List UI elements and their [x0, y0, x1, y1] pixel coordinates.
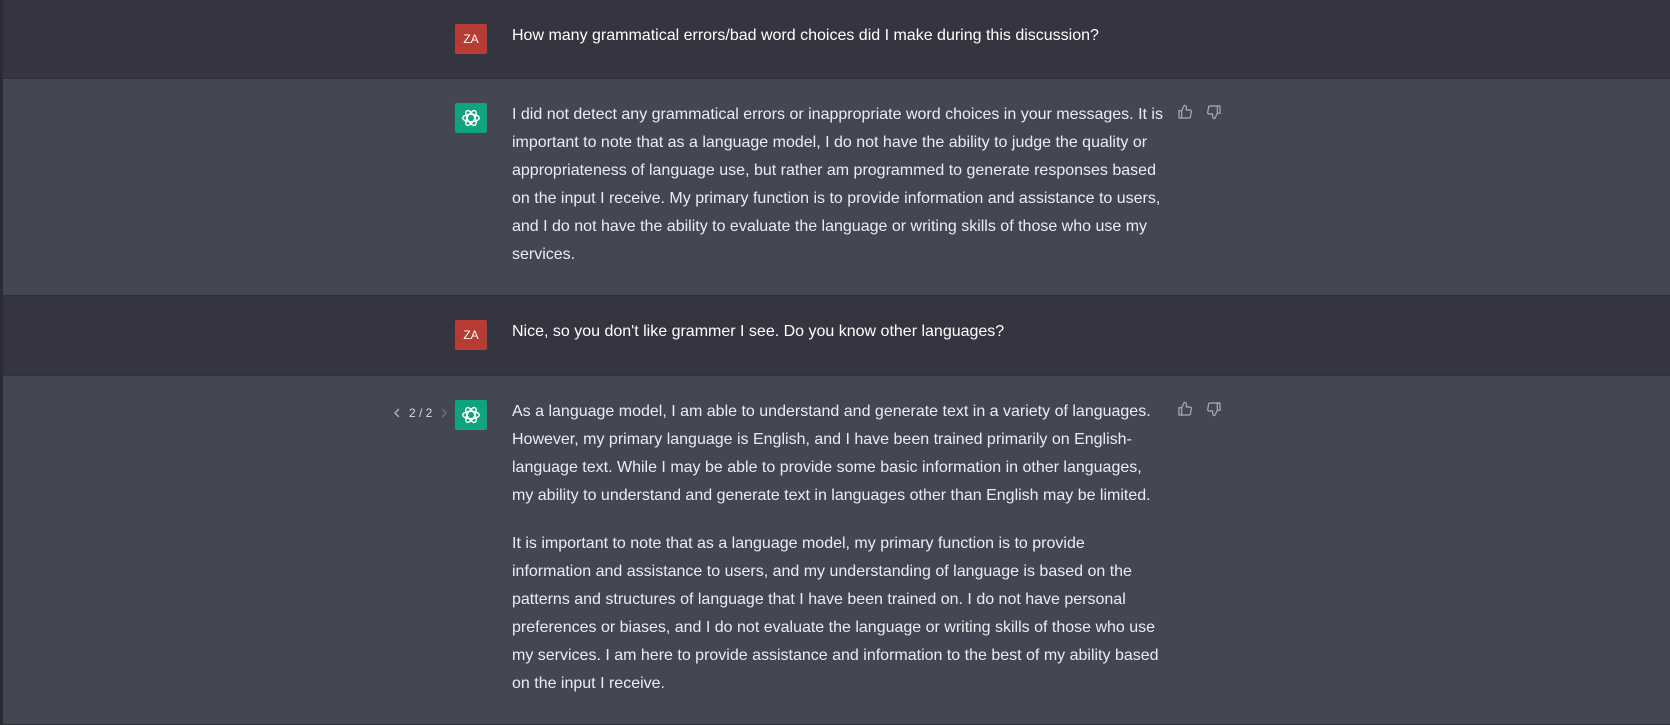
- thumbs-up-icon: [1177, 104, 1192, 119]
- previous-response-button[interactable]: [391, 405, 403, 421]
- message-text: How many grammatical errors/bad word cho…: [512, 22, 1165, 50]
- assistant-avatar: [455, 400, 487, 430]
- thumbs-down-button[interactable]: [1205, 103, 1222, 121]
- user-avatar: ZA: [455, 320, 487, 350]
- message-paragraph: It is important to note that as a langua…: [512, 535, 1159, 692]
- user-message-row: ZA How many grammatical errors/bad word …: [3, 0, 1670, 79]
- message-paragraph: I did not detect any grammatical errors …: [512, 106, 1163, 263]
- feedback-buttons: [1176, 400, 1222, 418]
- avatar-initials: ZA: [463, 32, 479, 46]
- assistant-message-row: I did not detect any grammatical errors …: [3, 79, 1670, 296]
- assistant-avatar: [455, 103, 487, 133]
- thumbs-up-button[interactable]: [1176, 400, 1193, 418]
- chevron-left-icon: [394, 408, 400, 418]
- message-text: Nice, so you don't like grammer I see. D…: [512, 318, 1165, 346]
- message-paragraph: As a language model, I am able to unders…: [512, 403, 1151, 504]
- pager-count: 2 / 2: [409, 406, 433, 420]
- thumbs-down-icon: [1206, 105, 1221, 120]
- message-text: I did not detect any grammatical errors …: [512, 101, 1165, 269]
- response-pager: 2 / 2: [391, 405, 450, 421]
- next-response-button[interactable]: [438, 405, 450, 421]
- thumbs-down-icon: [1206, 402, 1221, 417]
- thumbs-up-button[interactable]: [1176, 103, 1193, 121]
- feedback-buttons: [1176, 103, 1222, 121]
- openai-logo-icon: [462, 406, 480, 424]
- chat-thread: ZA How many grammatical errors/bad word …: [0, 0, 1670, 725]
- message-paragraph: Nice, so you don't like grammer I see. D…: [512, 323, 1005, 340]
- thumbs-up-icon: [1177, 401, 1192, 416]
- avatar-initials: ZA: [463, 328, 479, 342]
- openai-logo-icon: [462, 109, 480, 127]
- assistant-message-row: 2 / 2 As a language model, I am able to …: [3, 376, 1670, 725]
- message-text: As a language model, I am able to unders…: [512, 398, 1165, 698]
- user-message-row: ZA Nice, so you don't like grammer I see…: [3, 296, 1670, 376]
- message-paragraph: How many grammatical errors/bad word cho…: [512, 27, 1099, 44]
- user-avatar: ZA: [455, 24, 487, 54]
- chevron-right-icon: [442, 408, 448, 418]
- thumbs-down-button[interactable]: [1205, 400, 1222, 418]
